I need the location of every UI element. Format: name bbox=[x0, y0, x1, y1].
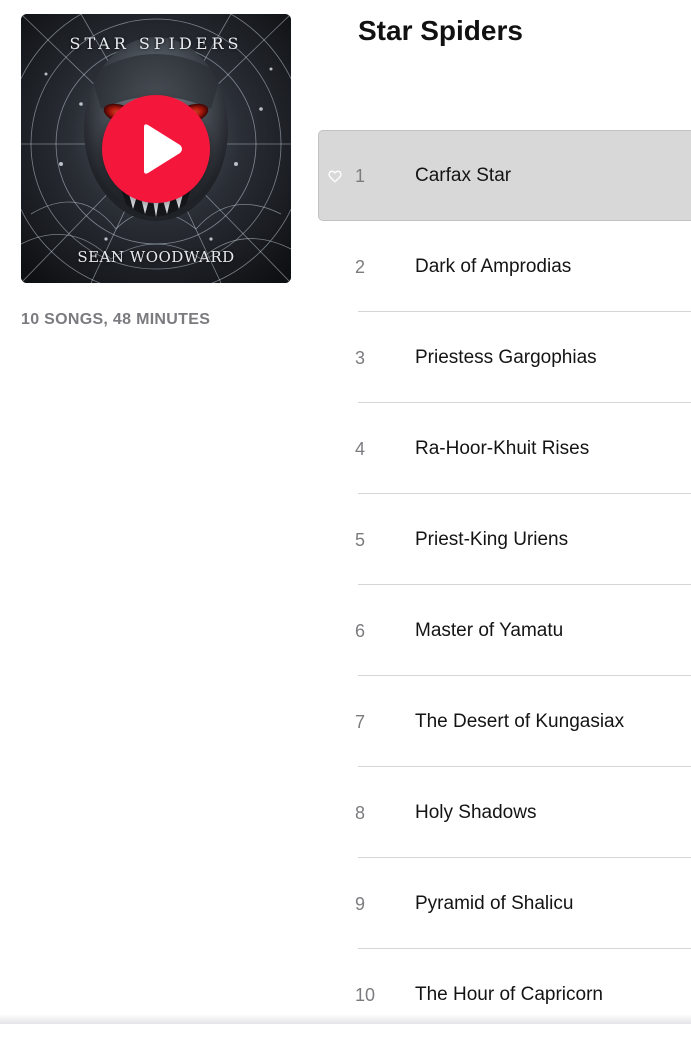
track-title: The Hour of Capricorn bbox=[415, 984, 603, 1005]
heart-outline-icon[interactable] bbox=[328, 170, 342, 183]
track-title: Ra-Hoor-Khuit Rises bbox=[415, 438, 590, 459]
track-row[interactable]: 7 The Desert of Kungasiax bbox=[318, 676, 691, 767]
play-button[interactable] bbox=[102, 95, 210, 203]
track-title: Priest-King Uriens bbox=[415, 529, 569, 550]
artwork-artist-text: SEAN WOODWARD bbox=[77, 248, 235, 266]
track-title: Master of Yamatu bbox=[415, 620, 564, 641]
track-number: 5 bbox=[355, 530, 366, 550]
track-title: Priestess Gargophias bbox=[415, 347, 597, 368]
album-title: Star Spiders bbox=[358, 15, 523, 46]
play-icon bbox=[144, 124, 182, 174]
track-number: 2 bbox=[355, 257, 366, 277]
track-row[interactable]: 1 Carfax Star bbox=[318, 130, 691, 221]
track-row[interactable]: 5 Priest-King Uriens bbox=[318, 494, 691, 585]
track-row[interactable]: 6 Master of Yamatu bbox=[318, 585, 691, 676]
artwork-title-text: STAR SPIDERS bbox=[69, 34, 243, 53]
bottom-fade bbox=[0, 1014, 691, 1024]
track-row[interactable]: 8 Holy Shadows bbox=[318, 767, 691, 858]
track-title: The Desert of Kungasiax bbox=[415, 711, 625, 732]
track-number: 8 bbox=[355, 803, 366, 823]
album-artwork[interactable]: STAR SPIDERS SEAN WOODWARD bbox=[21, 14, 291, 283]
track-number: 6 bbox=[355, 621, 366, 641]
track-list: 1 Carfax Star 2 Dark of Amprodias 3 Prie… bbox=[318, 130, 691, 1040]
track-number: 4 bbox=[355, 439, 366, 459]
track-title: Carfax Star bbox=[415, 165, 512, 186]
track-number: 7 bbox=[355, 712, 366, 732]
track-title: Pyramid of Shalicu bbox=[415, 893, 574, 914]
track-title: Dark of Amprodias bbox=[415, 256, 572, 277]
track-row[interactable]: 4 Ra-Hoor-Khuit Rises bbox=[318, 403, 691, 494]
track-number: 3 bbox=[355, 348, 366, 368]
track-title: Holy Shadows bbox=[415, 802, 537, 823]
track-row[interactable]: 2 Dark of Amprodias bbox=[318, 221, 691, 312]
track-row[interactable]: 9 Pyramid of Shalicu bbox=[318, 858, 691, 949]
track-row[interactable]: 10 The Hour of Capricorn bbox=[318, 949, 691, 1040]
track-number: 9 bbox=[355, 894, 366, 914]
track-row[interactable]: 3 Priestess Gargophias bbox=[318, 312, 691, 403]
album-meta: 10 SONGS, 48 MINUTES bbox=[21, 311, 211, 328]
track-number: 10 bbox=[355, 985, 376, 1005]
track-number: 1 bbox=[355, 166, 366, 186]
